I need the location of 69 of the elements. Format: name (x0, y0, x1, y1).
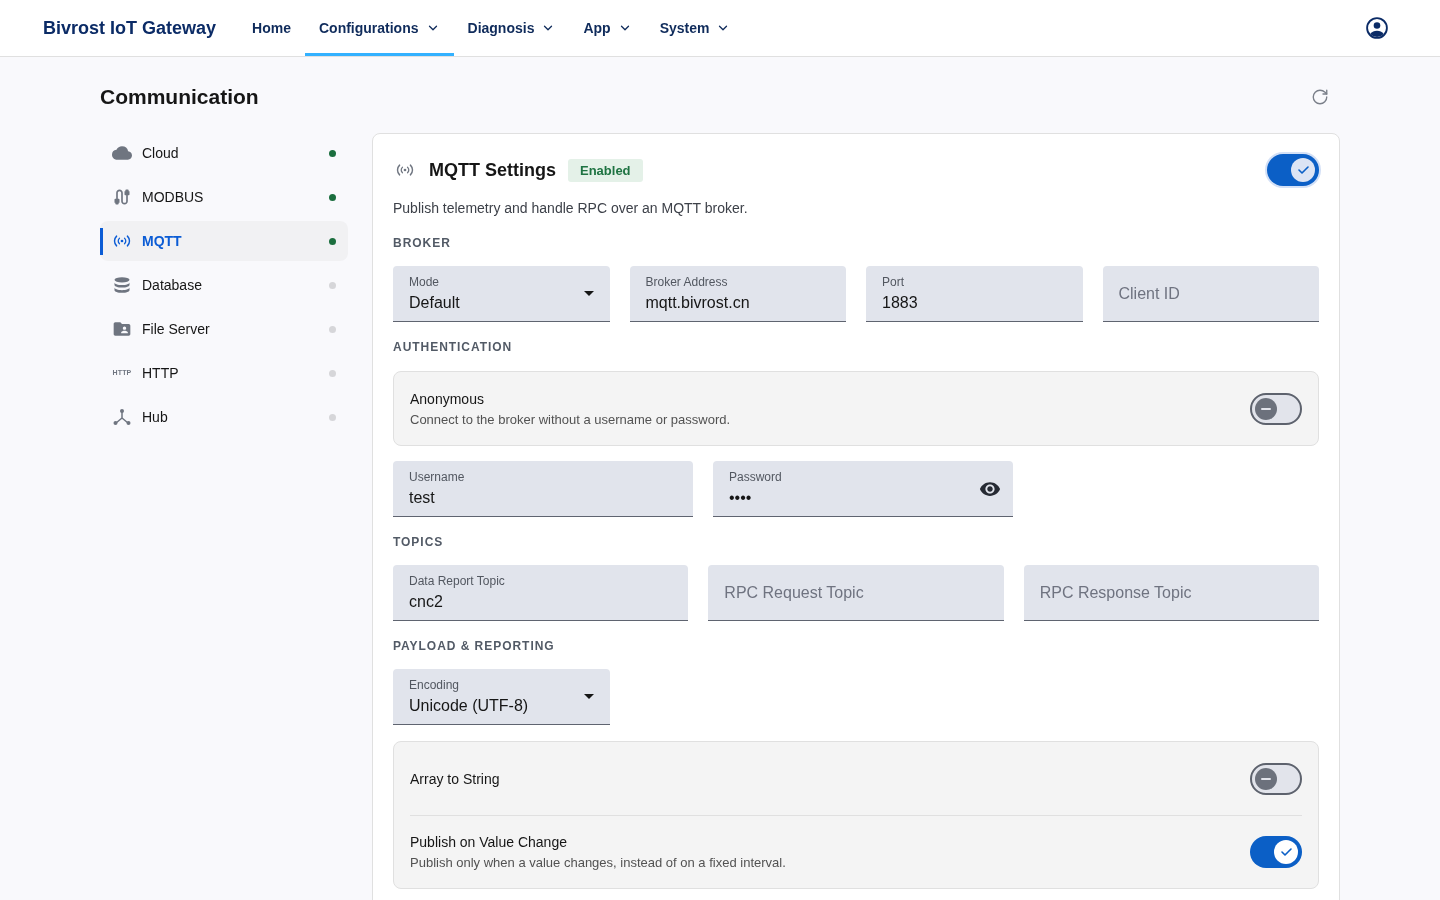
user-icon[interactable] (1366, 17, 1388, 39)
option-title: Anonymous (410, 389, 484, 409)
minus-icon (1261, 777, 1271, 780)
nav-tab[interactable]: System (645, 0, 745, 56)
section-heading: AUTHENTICATION (393, 339, 514, 355)
field-label: Password (729, 468, 782, 485)
caret-icon (583, 694, 594, 699)
text-field[interactable]: Broker Address mqtt.bivrost.cn (629, 266, 846, 322)
toggle-switch[interactable] (1250, 836, 1302, 868)
select-field[interactable]: Mode Default (393, 266, 610, 322)
toggle-switch[interactable] (1250, 762, 1302, 795)
field-input[interactable]: •••• (729, 486, 971, 509)
text-field[interactable]: Username test (393, 461, 693, 517)
page-title: Communication (100, 85, 259, 109)
text-field[interactable]: Data Report Topic cnc2 (393, 565, 689, 621)
nav-tab[interactable]: Home (238, 0, 305, 56)
field-label: Port (882, 273, 904, 290)
field-input[interactable]: cnc2 (409, 590, 677, 613)
field-input[interactable]: RPC Response Topic (1039, 581, 1307, 604)
field-label: Data Report Topic (409, 572, 505, 589)
cloud-icon (112, 143, 132, 163)
option-description: Publish only when a value changes, instead of on a fixed interval. (410, 854, 786, 872)
card-title: MQTT Settings (429, 159, 556, 181)
nav-tab[interactable]: Configurations (304, 0, 454, 56)
option-description: Connect to the broker without a username or password. (410, 410, 731, 429)
sidebar-item[interactable]: Hub (100, 397, 348, 437)
card-description: Publish telemetry and handle RPC over an MQTT broker. (393, 199, 749, 218)
refresh-icon[interactable] (1311, 88, 1329, 106)
wireless-icon (396, 164, 414, 176)
option-title: Publish on Value Change (410, 833, 567, 852)
sidebar-item[interactable]: MQTT (100, 221, 348, 261)
field-input[interactable]: mqtt.bivrost.cn (645, 291, 834, 314)
field-input[interactable]: test (409, 486, 681, 509)
wireless-icon (113, 235, 131, 247)
field-label: Mode (409, 273, 440, 290)
caret-icon (583, 291, 594, 296)
folder-user-icon (112, 319, 132, 339)
sidebar-item[interactable]: Database (100, 265, 348, 305)
sidebar-item[interactable]: File Server (100, 309, 348, 349)
text-field[interactable]: RPC Response Topic (1023, 565, 1319, 621)
section-heading: PAYLOAD & REPORTING (393, 638, 556, 654)
password-field[interactable]: Password •••• (713, 461, 1013, 517)
select-field[interactable]: Encoding Unicode (UTF-8) (393, 669, 610, 725)
text-field[interactable]: Client ID (1102, 266, 1319, 322)
check-icon (1297, 166, 1309, 174)
app-title: Bivrost IoT Gateway (43, 17, 217, 39)
toggle-switch[interactable] (1267, 154, 1319, 186)
sidebar-item[interactable]: MODBUS (100, 177, 348, 217)
text-field[interactable]: Port 1883 (866, 266, 1083, 322)
sidebar-item[interactable]: Cloud (100, 133, 348, 173)
section-heading: TOPICS (393, 534, 445, 550)
field-input[interactable]: Client ID (1118, 282, 1307, 305)
database-icon (114, 277, 130, 293)
status-badge: Enabled (568, 158, 643, 182)
network-nodes-icon (113, 409, 131, 425)
text-field[interactable]: RPC Request Topic (708, 565, 1004, 621)
nav-tab[interactable]: Diagnosis (453, 0, 570, 56)
option-title: Array to String (410, 769, 500, 789)
field-label: Username (409, 468, 465, 485)
field-input[interactable]: RPC Request Topic (724, 581, 992, 604)
section-heading: BROKER (393, 235, 452, 251)
cable-icon (112, 187, 132, 207)
field-label: Encoding (409, 676, 460, 693)
field-label: Broker Address (645, 273, 728, 290)
minus-icon (1261, 407, 1271, 410)
check-icon (1280, 848, 1292, 856)
field-input[interactable]: 1883 (882, 291, 1071, 314)
nav-tab[interactable]: App (569, 0, 646, 56)
toggle-switch[interactable] (1250, 392, 1302, 425)
